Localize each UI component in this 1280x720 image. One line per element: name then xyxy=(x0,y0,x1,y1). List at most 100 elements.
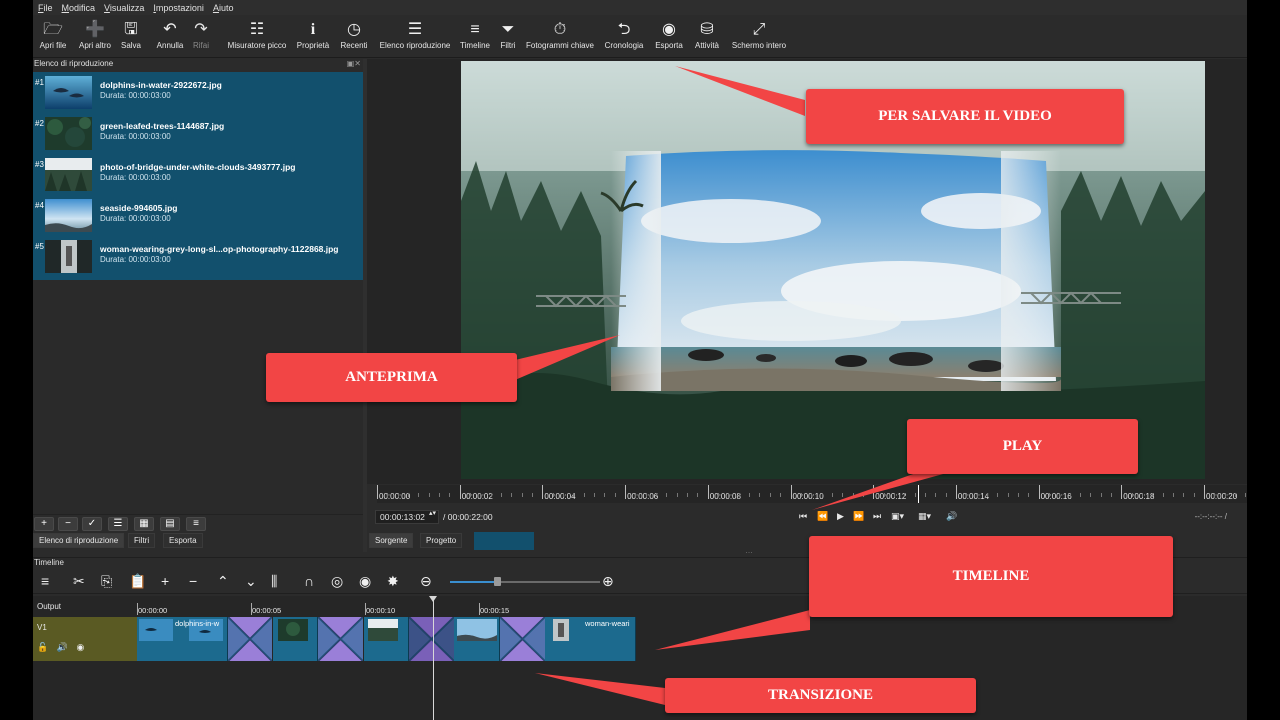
remove-icon[interactable]: − xyxy=(58,517,78,531)
dock-grip-icon[interactable]: … xyxy=(745,546,753,555)
tab-export[interactable]: Esporta xyxy=(163,533,203,548)
timeline-clip[interactable]: dolphins-in-w xyxy=(137,617,228,661)
tiles-view-icon[interactable]: ▦ xyxy=(134,517,154,531)
timeline-ruler[interactable]: 00:00:00 00:00:05 00:00:10 00:00:15 xyxy=(137,597,637,617)
timecode-spinner-icon[interactable]: ▴▾ xyxy=(429,509,436,517)
details-view-icon[interactable]: ☰ xyxy=(108,517,128,531)
ruler-label: 00:00:02 xyxy=(461,492,493,501)
mute-icon[interactable]: 🔊 xyxy=(57,642,68,652)
recent-button[interactable]: ◷ Recenti xyxy=(339,19,369,55)
playlist-list: #1 dolphins-in-water-2922672.jpg Durata:… xyxy=(33,72,363,280)
playhead[interactable] xyxy=(433,597,434,720)
zoom-in-icon[interactable]: ⊕ xyxy=(602,573,614,590)
ruler-subtick xyxy=(1090,493,1092,497)
menu-impostazioni[interactable]: Impostazioni xyxy=(153,3,204,13)
ruler-subtick xyxy=(1131,493,1133,497)
skip-next-icon[interactable]: ⏭ xyxy=(873,511,881,522)
skip-previous-icon[interactable]: ⏮ xyxy=(799,511,807,522)
zoom-slider-handle[interactable] xyxy=(494,577,501,586)
menu-modifica[interactable]: Modifica xyxy=(62,3,96,13)
ruler-subtick xyxy=(904,493,906,497)
transport-bar: 00:00:13:02 ▴▾ / 00:00:22:00 ⏮ ⏪ ▶ ⏩ ⏭ ▣… xyxy=(367,505,1247,529)
viewer-playhead[interactable] xyxy=(918,485,919,503)
save-button[interactable]: 🖫 Salva xyxy=(119,19,143,55)
overwrite-icon[interactable]: ⌄ xyxy=(245,573,257,590)
zoom-icon[interactable]: ▣▾ xyxy=(891,511,904,522)
playlist-item[interactable]: #1 dolphins-in-water-2922672.jpg Durata:… xyxy=(33,72,363,113)
ruler-tick xyxy=(955,485,957,499)
menu-file[interactable]: File xyxy=(38,3,53,13)
export-button[interactable]: ◉ Esporta xyxy=(652,19,686,55)
timeline-menu-icon[interactable]: ≡ xyxy=(41,573,49,589)
transition-cross-dissolve[interactable] xyxy=(228,617,272,661)
transition-cross-dissolve[interactable] xyxy=(318,617,363,661)
ruler-subtick xyxy=(470,493,472,497)
jobs-button[interactable]: ⛁ Attività xyxy=(692,19,722,55)
add-icon[interactable]: + xyxy=(34,517,54,531)
ruler-tick xyxy=(459,485,461,499)
history-button[interactable]: ⮌ Cronologia xyxy=(603,19,645,55)
transition-cross-dissolve[interactable] xyxy=(409,617,454,661)
tab-filters[interactable]: Filtri xyxy=(128,533,156,548)
volume-icon[interactable]: 🔊 xyxy=(946,511,957,522)
icons-view-icon[interactable]: ▤ xyxy=(160,517,180,531)
split-icon[interactable]: ⫼ xyxy=(271,573,277,590)
grid-icon[interactable]: ▦▾ xyxy=(918,511,931,522)
tab-source[interactable]: Sorgente xyxy=(369,533,414,548)
playlist-item[interactable]: #4 seaside-994605.jpg Durata: 00:00:03:0… xyxy=(33,195,363,236)
filters-button[interactable]: ⏷ Filtri xyxy=(498,19,518,55)
fast-forward-icon[interactable]: ⏩ xyxy=(853,511,864,522)
timeline-clip[interactable] xyxy=(273,617,318,661)
left-panel-tabs: Elenco di riproduzione Filtri Esporta xyxy=(33,533,363,549)
ripple-icon[interactable]: ◉ xyxy=(359,573,371,590)
playlist-item[interactable]: #5 woman-wearing-grey-long-sl...op-photo… xyxy=(33,236,363,277)
ruler-subtick xyxy=(769,493,771,497)
cut-icon[interactable]: ✂ xyxy=(73,573,85,590)
ruler-subtick xyxy=(852,493,854,497)
rewind-icon[interactable]: ⏪ xyxy=(817,511,828,522)
viewer-time-ruler[interactable]: 00:00:00 00:00:02 00:00:04 00:00:06 00:00:08… xyxy=(377,485,1247,503)
tab-playlist[interactable]: Elenco di riproduzione xyxy=(33,533,125,548)
dock-controls-icon[interactable]: ▣✕ xyxy=(347,59,361,68)
undo-button[interactable]: ↶ Annulla xyxy=(155,19,185,55)
timeline-button[interactable]: ≡ Timeline xyxy=(459,19,491,55)
snap-magnet-icon[interactable]: ∩ xyxy=(304,573,314,589)
redo-button[interactable]: ↷ Rifai xyxy=(190,19,212,55)
keyframes-button[interactable]: ⏱ Fotogrammi chiave xyxy=(525,19,595,55)
lift-icon[interactable]: ⌃ xyxy=(217,573,229,590)
playhead-handle[interactable] xyxy=(429,596,437,602)
playlist-item[interactable]: #2 green-leafed-trees-1144687.jpg Durata… xyxy=(33,113,363,154)
open-other-button[interactable]: ➕ Apri altro xyxy=(75,19,115,55)
zoom-out-icon[interactable]: ⊖ xyxy=(420,573,432,590)
copy-icon[interactable]: ⎘ xyxy=(101,573,112,590)
playlist-menu-icon[interactable]: ≡ xyxy=(186,517,206,531)
tab-project[interactable]: Progetto xyxy=(420,533,463,548)
update-check-icon[interactable]: ✓ xyxy=(82,517,102,531)
timeline-clip[interactable] xyxy=(364,617,409,661)
eye-icon[interactable]: ◉ xyxy=(76,642,84,652)
timeline-clip[interactable]: woman-weari xyxy=(545,617,636,661)
menu-visualizza[interactable]: Visualizza xyxy=(104,3,144,13)
callout-transition: TRANSIZIONE xyxy=(665,678,976,713)
scrub-icon[interactable]: ◎ xyxy=(331,573,343,590)
ripple-all-icon[interactable]: ✸ xyxy=(387,573,399,590)
open-file-button[interactable]: 🗁 Apri file xyxy=(37,19,69,55)
playlist-item[interactable]: #3 photo-of-bridge-under-white-clouds-34… xyxy=(33,154,363,195)
ruler-label: 00:00:08 xyxy=(709,492,741,501)
peak-meter-button[interactable]: ☷ Misuratore picco xyxy=(225,19,289,55)
timeline-clip[interactable] xyxy=(454,617,500,661)
paste-icon[interactable]: 📋 xyxy=(129,573,146,590)
play-icon[interactable]: ▶ xyxy=(837,511,844,522)
ripple-delete-icon[interactable]: − xyxy=(189,573,197,589)
properties-button[interactable]: i Proprietà xyxy=(295,19,331,55)
menu-aiuto[interactable]: Aiuto xyxy=(213,3,234,13)
transition-cross-dissolve[interactable] xyxy=(500,617,545,661)
playlist-button[interactable]: ☰ Elenco riproduzione xyxy=(378,19,452,55)
zoom-slider[interactable] xyxy=(450,581,600,583)
v1-track-header[interactable] xyxy=(33,617,137,661)
info-icon: i xyxy=(310,21,316,38)
fullscreen-button[interactable]: ⤢ Schermo intero xyxy=(730,19,788,55)
lock-icon[interactable]: 🔓 xyxy=(37,642,48,652)
ruler-tick xyxy=(1204,485,1205,499)
append-icon[interactable]: + xyxy=(161,573,169,589)
